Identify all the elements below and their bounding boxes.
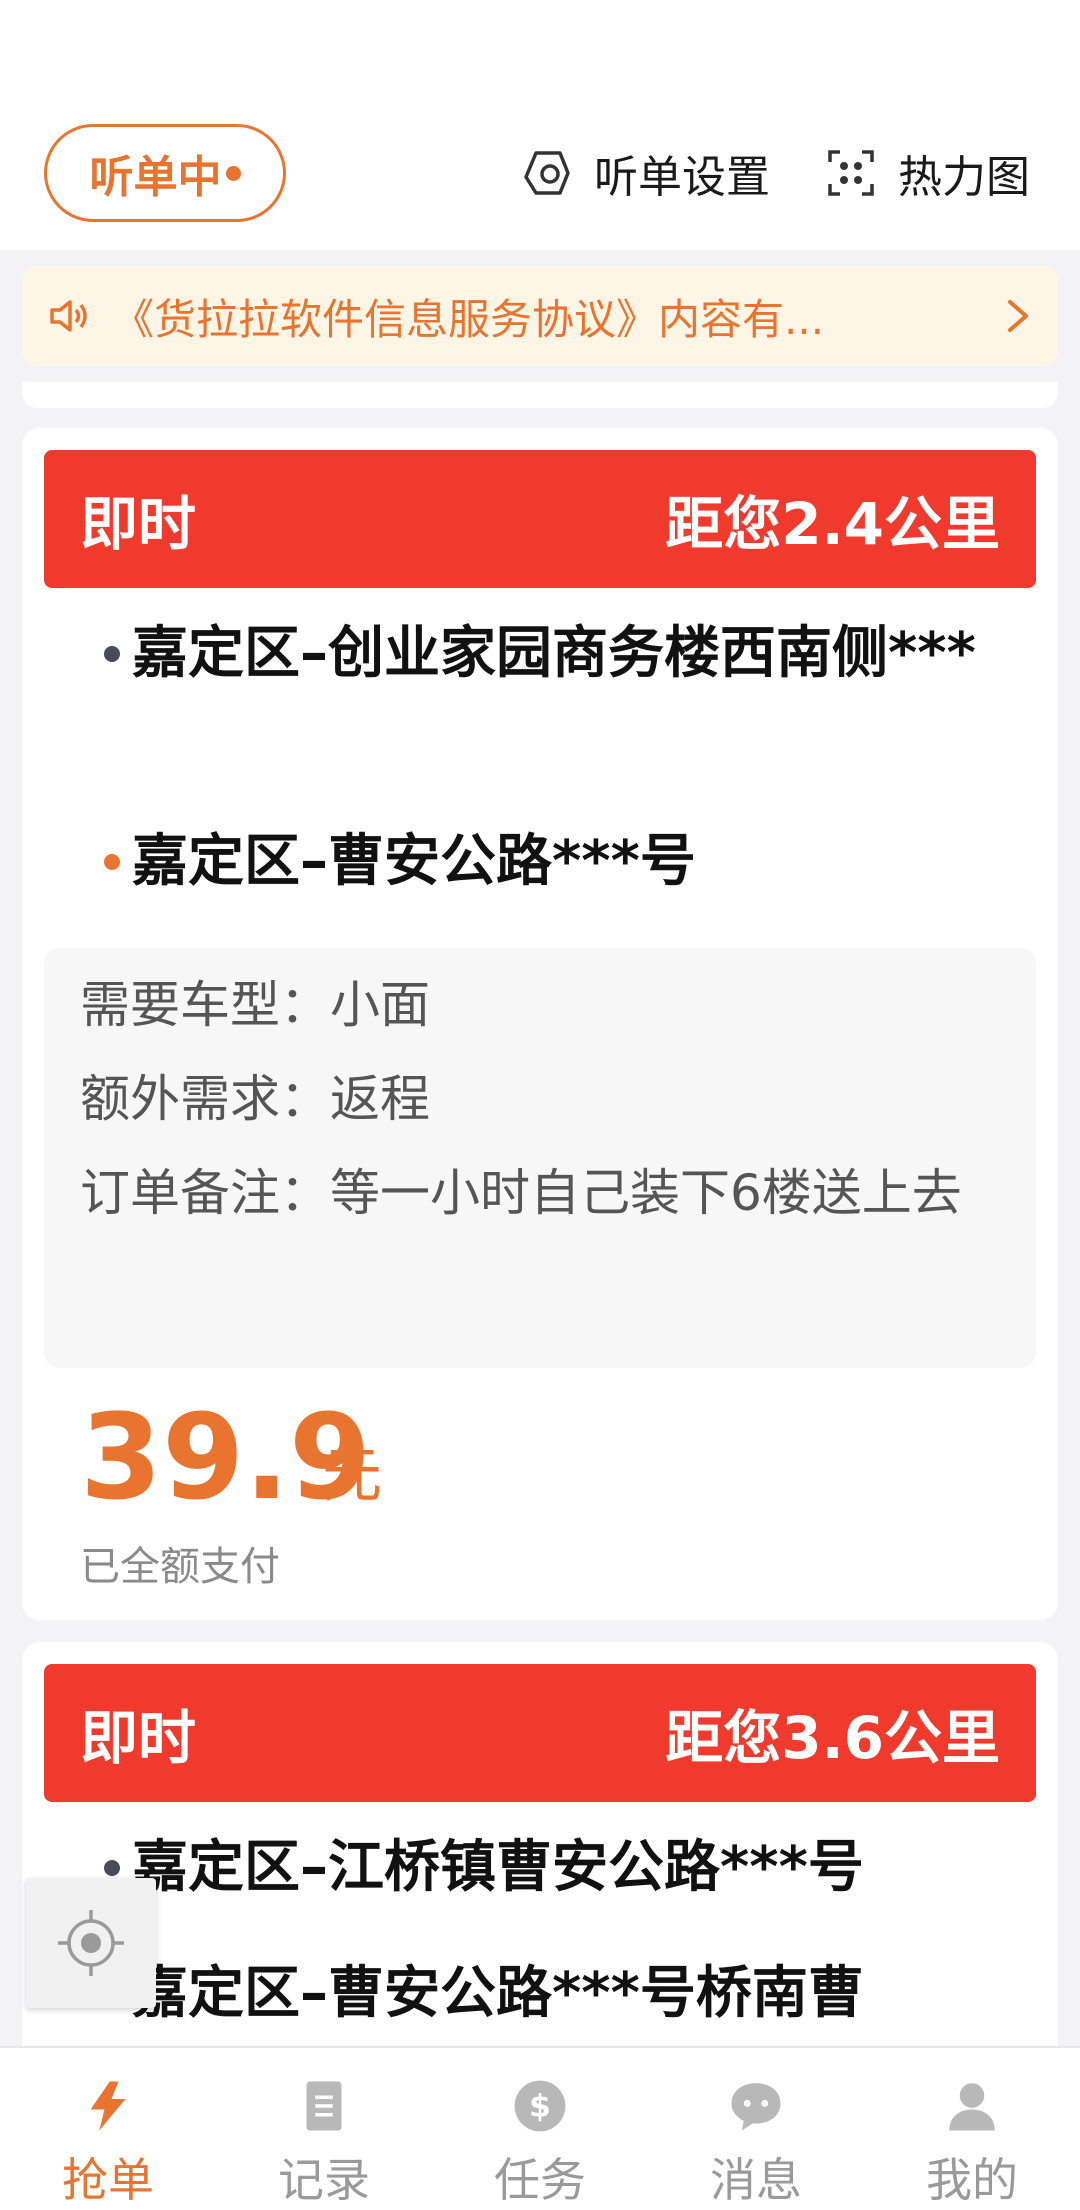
tab-profile[interactable]: 我的 [864, 2048, 1080, 2210]
notice-text: 《货拉拉软件信息服务协议》内容有... [112, 294, 825, 344]
tab-label: 我的 [926, 2153, 1018, 2207]
order-settings-label: 听单设置 [594, 152, 770, 203]
listening-status-button[interactable]: 听单中 [44, 124, 286, 222]
top-bar: 听单中 听单设置 热力图 [0, 0, 1080, 250]
tab-label: 记录 [278, 2153, 370, 2207]
speaker-icon [50, 300, 87, 332]
pickup-address: 嘉定区–江桥镇曹安公路***号 [132, 1835, 864, 1900]
heatmap-button[interactable]: 热力图 [826, 140, 1030, 206]
price-unit: 元 [322, 1441, 382, 1511]
extra-requirement: 额外需求：返程 [80, 1070, 430, 1128]
order-distance: 距您2.4公里 [665, 490, 1000, 558]
tab-tasks[interactable]: $ 任务 [432, 2048, 648, 2210]
order-card[interactable]: 即时 距您3.6公里 嘉定区–江桥镇曹安公路***号 嘉定区–曹安公路***号桥… [22, 1642, 1058, 2062]
order-settings-button[interactable]: 听单设置 [520, 140, 770, 206]
lightning-icon [90, 2081, 126, 2131]
dropoff-dot-icon [104, 854, 120, 870]
tab-label: 抢单 [62, 2153, 154, 2207]
settings-hexagon-icon [524, 151, 570, 195]
dollar-icon: $ [514, 2080, 566, 2132]
order-details-box: 需要车型：小面 额外需求：返程 订单备注：等一小时自己装下6楼送上去 [44, 948, 1036, 1368]
dropoff-address: 嘉定区–曹安公路***号桥南曹 [132, 1961, 864, 2026]
vehicle-type: 需要车型：小面 [80, 976, 430, 1034]
document-icon [306, 2081, 342, 2131]
chat-bubble-icon [731, 2083, 781, 2131]
chevron-right-icon [1008, 300, 1028, 332]
order-card-header: 即时 距您2.4公里 [44, 450, 1036, 588]
pickup-address: 嘉定区–创业家园商务楼西南侧*** [132, 621, 976, 686]
notice-banner[interactable]: 《货拉拉软件信息服务协议》内容有... [22, 266, 1058, 366]
pickup-dot-icon [104, 646, 120, 662]
heatmap-scan-icon [828, 150, 874, 196]
order-card[interactable]: 即时 距您2.4公里 嘉定区–创业家园商务楼西南侧*** 嘉定区–曹安公路***… [22, 428, 1058, 1620]
listening-label: 听单中 [89, 152, 222, 203]
person-icon [949, 2083, 995, 2131]
order-remark: 订单备注：等一小时自己装下6楼送上去 [80, 1164, 962, 1222]
previous-card-bottom [22, 382, 1058, 408]
locate-button[interactable] [26, 1878, 156, 2008]
tab-grab-order[interactable]: 抢单 [0, 2048, 216, 2210]
order-card-header: 即时 距您3.6公里 [44, 1664, 1036, 1802]
pickup-dot-icon [104, 1860, 120, 1876]
order-distance: 距您3.6公里 [665, 1704, 1000, 1772]
crosshair-icon [58, 1910, 124, 1976]
listening-dot-icon [225, 165, 241, 181]
payment-status: 已全额支付 [80, 1544, 280, 1590]
tab-label: 任务 [494, 2153, 586, 2207]
heatmap-label: 热力图 [898, 152, 1030, 203]
tab-records[interactable]: 记录 [216, 2048, 432, 2210]
svg-text:$: $ [529, 2089, 551, 2125]
tab-label: 消息 [710, 2153, 802, 2207]
bottom-tab-bar: 抢单 记录 $ 任务 消息 我的 [0, 2046, 1080, 2210]
tab-messages[interactable]: 消息 [648, 2048, 864, 2210]
dropoff-address: 嘉定区–曹安公路***号 [132, 829, 696, 894]
order-type: 即时 [80, 1704, 197, 1772]
order-type: 即时 [80, 490, 197, 558]
